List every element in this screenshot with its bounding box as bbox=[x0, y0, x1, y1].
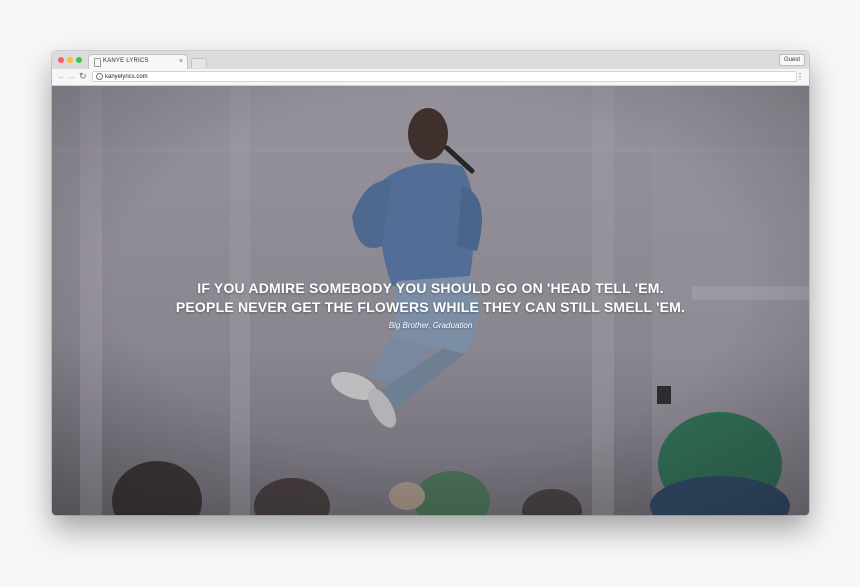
tab-close-icon[interactable]: × bbox=[179, 57, 183, 66]
reload-icon[interactable]: ↻ bbox=[79, 71, 87, 82]
quote-line-1: IF YOU ADMIRE SOMEBODY YOU SHOULD GO ON … bbox=[197, 280, 664, 296]
page-favicon-icon bbox=[94, 58, 101, 67]
browser-window: KANYE LYRICS × Guest ← → ↻ i kanyelyrics… bbox=[52, 51, 809, 515]
tab-title: KANYE LYRICS bbox=[103, 58, 149, 64]
lyric-quote: IF YOU ADMIRE SOMEBODY YOU SHOULD GO ON … bbox=[52, 279, 809, 317]
minimize-window-button[interactable] bbox=[67, 57, 73, 63]
info-icon[interactable]: i bbox=[96, 73, 103, 80]
back-arrow-icon[interactable]: ← bbox=[57, 71, 66, 82]
tab-kanye-lyrics[interactable]: KANYE LYRICS × bbox=[88, 54, 188, 69]
url-text: kanyelyrics.com bbox=[105, 74, 148, 80]
browser-toolbar: ← → ↻ i kanyelyrics.com ⋮ bbox=[52, 69, 809, 86]
close-window-button[interactable] bbox=[58, 57, 64, 63]
forward-arrow-icon[interactable]: → bbox=[67, 71, 76, 82]
quote-line-2: PEOPLE NEVER GET THE FLOWERS WHILE THEY … bbox=[175, 299, 686, 315]
new-tab-button[interactable] bbox=[191, 58, 207, 68]
song-attribution: Big Brother, Graduation bbox=[388, 321, 473, 330]
guest-profile-button[interactable]: Guest bbox=[778, 54, 805, 66]
maximize-window-button[interactable] bbox=[76, 57, 82, 63]
tab-bar: KANYE LYRICS × Guest bbox=[52, 51, 809, 70]
address-bar[interactable]: i kanyelyrics.com bbox=[92, 71, 797, 82]
page-viewport: IF YOU ADMIRE SOMEBODY YOU SHOULD GO ON … bbox=[52, 86, 809, 515]
kebab-menu-icon[interactable]: ⋮ bbox=[796, 71, 804, 82]
